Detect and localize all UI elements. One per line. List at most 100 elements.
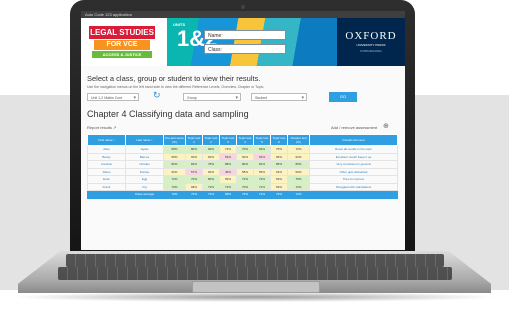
col-comment[interactable]: Overall comment [309,134,398,146]
col-topic-4[interactable]: Topic test 4 [236,134,254,146]
table-row: Caroline Charles 80% 82% 78% 88% 80% 81% 85% 86% V… [87,160,398,169]
average-cell: 68% [219,190,237,199]
score-cell: 69% [270,175,288,184]
score-cell: 90% [202,145,220,154]
keyboard-row [66,254,444,267]
webcam [241,5,245,9]
publisher-name: OXFORD [345,30,397,42]
col-topic-6[interactable]: Topic test 6 [270,134,288,146]
score-cell: 69% [270,182,288,191]
col-topic-2[interactable]: Topic test 2 [202,134,220,146]
score-cell: 75% [287,175,310,184]
go-button[interactable]: GO [329,92,357,102]
score-cell: 60% [163,167,186,176]
student-name-cell[interactable]: Barnes [125,152,164,161]
publisher-tagline: INTRODUCING [360,49,382,53]
score-cell: 73% [219,182,237,191]
score-cell: 57% [185,167,203,176]
student-name-cell[interactable]: Caroline [87,160,126,169]
group-select[interactable]: Group [183,93,241,102]
class-average-row: Class average 70% 72% 74% 68% 72% 71% 73% 72% [87,190,398,199]
average-cell [309,190,398,199]
topic-tag: ACCESS & JUSTICE [92,51,152,58]
score-cell: 70% [236,145,254,154]
student-name-cell[interactable]: Egg [125,175,164,184]
score-cell: 86% [287,160,310,169]
results-table: First name ↕ Last name ↕ Pre-test score … [87,134,398,199]
window-title-bar: Auto Code 123 application [81,11,405,18]
average-cell: 72% [287,190,310,199]
score-cell: 59% [287,167,310,176]
student-name-cell[interactable]: Agate [125,145,164,154]
refresh-icon[interactable]: ↻ [153,90,161,101]
class-select[interactable]: Unit 1-2 Maths Core [87,93,139,102]
level-tag: FOR VCE [94,40,150,50]
score-cell: 60% [185,152,203,161]
student-name-cell[interactable]: Frank [87,182,126,191]
score-cell: 72% [236,175,254,184]
name-field[interactable]: Name: [204,30,286,40]
table-row: Evan Egg 72% 70% 80% 69% 72% 74% 69% 75% Tries to … [87,175,398,184]
score-cell: 92% [253,145,271,154]
comment-cell[interactable]: Reset all results in the topic [309,145,398,154]
student-name-cell[interactable]: Charles [125,160,164,169]
col-chapter-test[interactable]: Chapter test (%) [287,134,310,146]
comment-cell[interactable]: Tries to improve [309,175,398,184]
average-cell: 72% [236,190,254,199]
student-name-cell[interactable]: Dunlop [125,167,164,176]
col-topic-5[interactable]: Topic test 5 [253,134,271,146]
class-field[interactable]: Class: [204,44,286,54]
laptop-shadow [10,292,499,302]
score-cell: 58% [236,167,254,176]
table-body: Alice Agate 68% 80% 90% 73% 70% 92% 75% 72% Reset … [87,145,398,199]
score-cell: 74% [253,175,271,184]
score-cell: 62% [270,167,288,176]
publisher-logo: OXFORD UNIVERSITY PRESS INTRODUCING [337,18,405,66]
col-last-name[interactable]: Last name ↕ [125,134,164,146]
average-cell: 70% [163,190,186,199]
score-cell: 72% [287,182,310,191]
average-label-cell: Class average [125,190,164,199]
student-name-cell[interactable]: Diane [87,167,126,176]
instructions-text: Use the navigation menus on the left han… [87,85,265,89]
score-cell: 71% [253,182,271,191]
score-cell: 88% [219,160,237,169]
score-cell: 68% [185,182,203,191]
score-cell: 82% [185,160,203,169]
student-name-cell[interactable]: Alice [87,145,126,154]
export-icon: ↗ [113,125,117,130]
comment-cell[interactable]: Excellent result! Keep it up [309,152,398,161]
col-topic-1[interactable]: Topic test 1 [185,134,203,146]
chapter-title: Chapter 4 Classifying data and sampling [87,109,249,119]
average-cell: 74% [202,190,220,199]
comment-cell[interactable]: Struggled with calculations [309,182,398,191]
score-cell: 73% [219,145,237,154]
student-name-cell[interactable]: Becky [87,152,126,161]
average-cell: 73% [270,190,288,199]
score-cell: 70% [163,182,186,191]
score-cell: 62% [287,152,310,161]
export-results-link[interactable]: Report results ↗ [87,125,116,130]
comment-cell[interactable]: Very consistent in general [309,160,398,169]
student-name-cell[interactable]: Evan [87,175,126,184]
table-row: Becky Barnes 58% 60% 60% 53% 60% 52% 65% 62% Excel… [87,152,398,161]
average-spacer-cell [87,190,126,199]
score-cell: 81% [253,160,271,169]
average-cell: 71% [253,190,271,199]
col-topic-3[interactable]: Topic test 3 [219,134,237,146]
table-row: Frank Fig 70% 68% 72% 73% 70% 71% 69% 72% Struggle… [87,182,398,191]
score-cell: 72% [202,182,220,191]
score-cell: 80% [185,145,203,154]
score-cell: 80% [163,160,186,169]
student-name-cell[interactable]: Fig [125,182,164,191]
add-remove-assessment-link[interactable]: Add / remove assessment [331,125,377,130]
add-assessment-icon[interactable]: ⊕ [383,122,389,130]
student-select[interactable]: Student [251,93,307,102]
comment-cell[interactable]: Often gets distracted [309,167,398,176]
score-cell: 60% [202,167,220,176]
publisher-subtitle: UNIVERSITY PRESS [356,43,386,47]
col-first-name[interactable]: First name ↕ [87,134,126,146]
score-cell: 45% [219,167,237,176]
col-pretest[interactable]: Pre-test score (%) [163,134,186,146]
score-cell: 60% [236,152,254,161]
